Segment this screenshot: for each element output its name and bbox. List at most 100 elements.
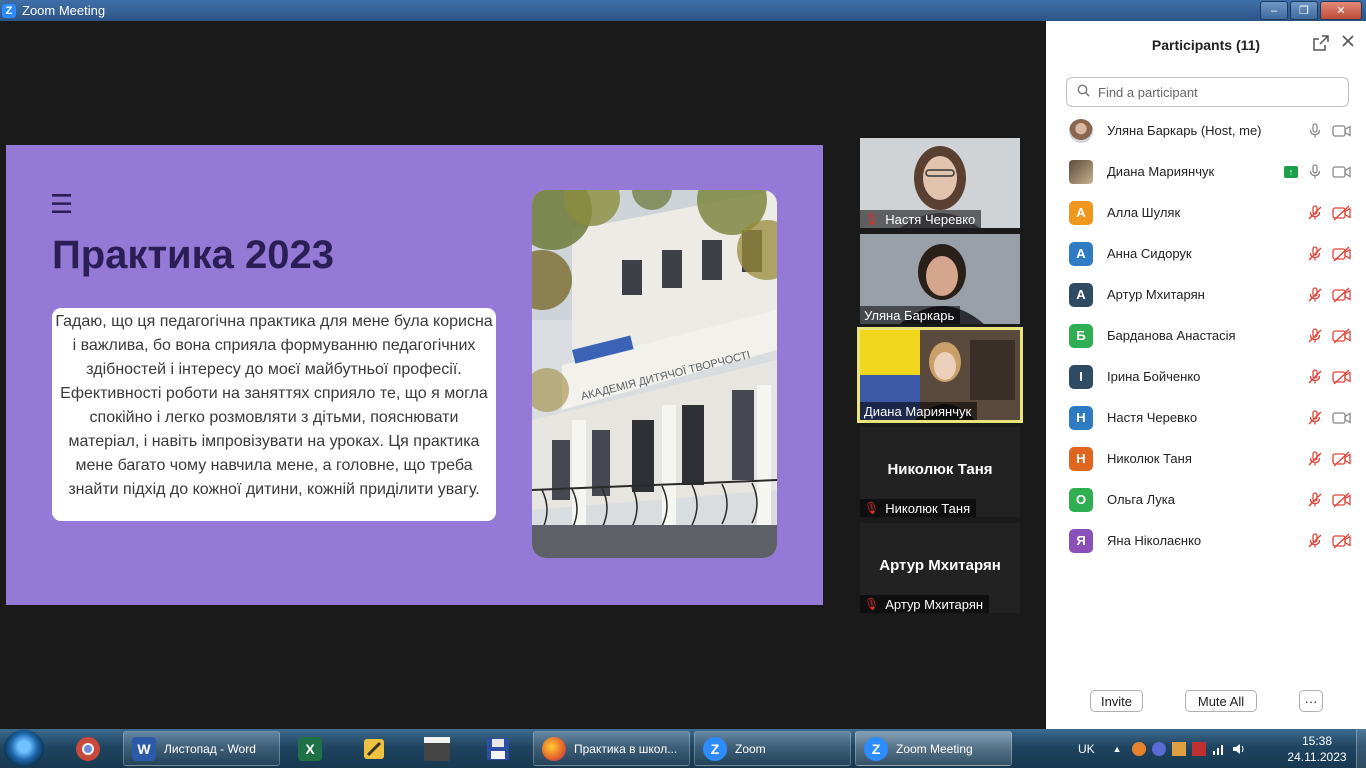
invite-button[interactable]: Invite [1090,690,1143,712]
system-tray: UK ▲ [1078,729,1246,768]
video-tile-diana-active-speaker[interactable]: Диана Мариянчук [857,327,1023,423]
participant-row[interactable]: Диана Мариянчук ↑ [1046,151,1366,192]
camera-off-icon[interactable] [1332,450,1352,468]
zoom-icon-letter: Z [710,740,720,757]
search-icon [1077,84,1090,100]
camera-icon[interactable] [1332,409,1352,427]
tile-name-text: Уляна Баркарь [864,307,955,323]
screen-share-icon: ↑ [1284,165,1298,178]
tray-app-icon[interactable] [1151,741,1166,756]
slide-text-block: Гадаю, що ця педагогічна практика для ме… [52,308,496,521]
shared-screen-slide[interactable]: ☰ Практика 2023 Гадаю, що ця педагогічна… [6,145,823,605]
participant-row[interactable]: А Анна Сидорук [1046,233,1366,274]
zoom-icon: Z [703,736,727,761]
popout-icon[interactable] [1313,35,1329,51]
zoom-meeting-icon-letter: Z [871,740,881,757]
meeting-main-area: ☰ Практика 2023 Гадаю, що ця педагогічна… [0,21,1046,729]
video-tile-nykoliuk[interactable]: Николюк Таня 🎙 Николюк Таня [860,427,1020,517]
volume-icon[interactable] [1232,742,1246,756]
mic-muted-icon[interactable] [1306,204,1324,222]
camera-icon[interactable] [1332,122,1352,140]
camera-off-icon[interactable] [1332,368,1352,386]
taskbar-item-zoom-meeting[interactable]: Z Zoom Meeting [855,731,1012,766]
language-indicator[interactable]: UK [1078,742,1095,756]
participant-row[interactable]: Н Настя Черевко [1046,397,1366,438]
participant-row[interactable]: А Артур Мхитарян [1046,274,1366,315]
tray-expand-icon[interactable]: ▲ [1113,744,1122,754]
mic-muted-icon[interactable] [1306,368,1324,386]
media-player-quicklaunch-icon[interactable] [421,733,453,765]
network-icon[interactable] [1212,742,1226,756]
participant-status-icons: ↑ [1284,163,1352,181]
mic-muted-icon[interactable] [1306,327,1324,345]
tray-app-icon[interactable] [1191,741,1206,756]
video-tile-nastia[interactable]: 🎙 Настя Черевко [860,138,1020,228]
participant-name: Николюк Таня [1107,451,1192,466]
participant-name: Анна Сидорук [1107,246,1192,261]
participant-status-icons [1306,368,1352,386]
mic-muted-icon[interactable] [1306,491,1324,509]
camera-off-icon[interactable] [1332,532,1352,550]
taskbar-item-label: Практика в школ... [574,741,678,756]
participant-row[interactable]: О Ольга Лука [1046,479,1366,520]
participant-row[interactable]: А Алла Шуляк [1046,192,1366,233]
mic-muted-icon[interactable] [1306,532,1324,550]
tray-app-icon[interactable] [1171,741,1186,756]
camera-icon[interactable] [1332,163,1352,181]
participant-status-icons [1306,122,1352,140]
excel-quicklaunch-icon[interactable]: X [294,733,326,765]
video-tile-uliana[interactable]: Уляна Баркарь [860,234,1020,324]
taskbar-item-label: Zoom [735,741,766,756]
mic-icon[interactable] [1306,122,1324,140]
slide-title: Практика 2023 [52,233,334,277]
building-photo: АКАДЕМІЯ ДИТЯЧОЇ ТВОРЧОСТІ [532,190,777,558]
participant-name: Диана Мариянчук [1107,164,1215,179]
more-options-button[interactable]: ··· [1299,690,1323,712]
tray-app-icon[interactable] [1131,741,1146,756]
mute-all-button[interactable]: Mute All [1185,690,1257,712]
excel-icon-letter: X [305,741,315,757]
zoom-logo-icon: Z [2,3,16,18]
window-controls: – ❐ ✕ [1260,1,1362,20]
taskbar-clock[interactable]: 15:38 24.11.2023 [1282,733,1352,765]
participant-status-icons [1306,327,1352,345]
camera-off-icon[interactable] [1332,245,1352,263]
camera-off-icon[interactable] [1332,286,1352,304]
start-button[interactable] [4,730,44,767]
chrome-quicklaunch-icon[interactable] [72,733,104,765]
participant-avatar-photo [1069,159,1093,184]
taskbar-item-label: Листопад - Word [164,741,256,756]
video-tile-artur[interactable]: Артур Мхитарян 🎙 Артур Мхитарян [860,523,1020,613]
participant-row[interactable]: Я Яна Ніколаєнко [1046,520,1366,561]
tool-quicklaunch-icon[interactable] [358,733,390,765]
tile-big-name: Артур Мхитарян [879,557,1001,574]
save-quicklaunch-icon[interactable] [482,733,514,765]
taskbar-item-word[interactable]: W Листопад - Word [123,731,280,766]
participant-row[interactable]: І Ірина Бойченко [1046,356,1366,397]
camera-off-icon[interactable] [1332,327,1352,345]
close-panel-icon[interactable] [1341,33,1357,51]
camera-off-icon[interactable] [1332,204,1352,222]
camera-off-icon[interactable] [1332,491,1352,509]
participant-name: Настя Черевко [1107,410,1198,425]
participant-row[interactable]: Уляна Баркарь (Host, me) [1046,110,1366,151]
taskbar-item-firefox[interactable]: Практика в школ... [533,731,690,766]
firefox-icon [542,736,566,761]
participant-row[interactable]: Б Барданова Анастасія [1046,315,1366,356]
participant-row[interactable]: Н Николюк Таня [1046,438,1366,479]
close-window-button[interactable]: ✕ [1320,1,1362,20]
mic-muted-icon[interactable] [1306,450,1324,468]
search-input[interactable] [1096,83,1330,101]
participant-name: Артур Мхитарян [1107,287,1205,302]
mic-muted-icon[interactable] [1306,409,1324,427]
minimize-button[interactable]: – [1260,1,1288,20]
taskbar-item-zoom[interactable]: Z Zoom [694,731,851,766]
clock-time: 15:38 [1301,734,1333,748]
mic-muted-icon[interactable] [1306,286,1324,304]
mic-muted-icon[interactable] [1306,245,1324,263]
restore-button[interactable]: ❐ [1290,1,1318,20]
show-desktop-button[interactable] [1356,729,1366,768]
mic-icon[interactable] [1306,163,1324,181]
participant-search[interactable] [1066,77,1349,107]
participant-status-icons [1306,409,1352,427]
